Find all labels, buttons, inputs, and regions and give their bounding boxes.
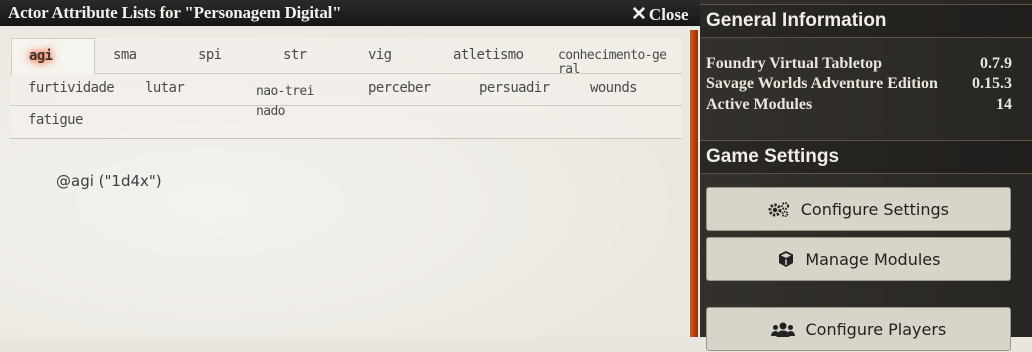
tab-furtividade[interactable]: furtividade — [28, 80, 115, 96]
tab-atletismo[interactable]: atletismo — [453, 47, 524, 63]
game-settings-header: Game Settings — [700, 140, 1032, 174]
info-value: 14 — [996, 96, 1012, 113]
tab-perceber[interactable]: perceber — [368, 80, 431, 96]
info-label: Savage Worlds Adventure Edition — [706, 75, 938, 92]
tab-sma[interactable]: sma — [113, 47, 137, 63]
tab-str[interactable]: str — [283, 47, 307, 63]
users-icon — [770, 321, 800, 339]
info-active-modules: Active Modules 14 — [706, 96, 1012, 114]
button-label: Manage Modules — [805, 250, 941, 269]
settings-sidebar: General Information Foundry Virtual Tabl… — [700, 0, 1032, 351]
info-value: 0.15.3 — [972, 75, 1012, 92]
manage-modules-button[interactable]: Manage Modules — [706, 237, 1011, 281]
button-label: Configure Players — [805, 320, 947, 339]
tab-persuadir[interactable]: persuadir — [479, 80, 550, 96]
sidebar-accent-border — [690, 30, 698, 337]
tab-spi[interactable]: spi — [198, 47, 222, 63]
cube-icon — [777, 251, 800, 269]
game-settings-title: Game Settings — [706, 146, 840, 167]
general-info-header: General Information — [700, 4, 1032, 38]
info-label: Foundry Virtual Tabletop — [706, 55, 883, 72]
tab-conhecimento-geral[interactable]: conhecimento-geral — [558, 49, 670, 77]
dialog-title: Actor Attribute Lists for "Personagem Di… — [8, 3, 342, 22]
tab-label: agi — [29, 48, 53, 64]
tab-vig[interactable]: vig — [368, 47, 392, 63]
button-label: Configure Settings — [800, 200, 950, 219]
info-foundry-version: Foundry Virtual Tabletop 0.7.9 — [706, 55, 1012, 73]
attribute-tabs: agi sma spi str vig atletismo conhecimen… — [10, 38, 682, 139]
attribute-formula: @agi ("1d4x") — [56, 172, 162, 190]
tab-lutar[interactable]: lutar — [145, 80, 185, 96]
tab-fatigue[interactable]: fatigue — [28, 112, 83, 128]
tab-wounds[interactable]: wounds — [590, 80, 638, 96]
tab-nao-treinado[interactable]: nao-treinado — [256, 82, 318, 122]
info-system-version: Savage Worlds Adventure Edition 0.15.3 — [706, 75, 1012, 93]
cogs-icon — [768, 201, 795, 219]
close-label: Close — [648, 5, 689, 24]
tab-divider — [10, 105, 682, 106]
close-button[interactable]: ✕ Close — [631, 3, 689, 26]
dialog-header[interactable]: Actor Attribute Lists for "Personagem Di… — [0, 0, 700, 26]
actor-attribute-dialog: Tamanho Actor Attribute Lists for "Perso… — [0, 0, 700, 337]
configure-players-button[interactable]: Configure Players — [706, 307, 1011, 351]
tab-agi[interactable]: agi — [11, 38, 95, 75]
info-label: Active Modules — [706, 96, 813, 113]
general-info-title: General Information — [706, 10, 887, 31]
info-value: 0.7.9 — [980, 55, 1012, 72]
close-icon: ✕ — [631, 4, 647, 25]
configure-settings-button[interactable]: Configure Settings — [706, 187, 1011, 231]
